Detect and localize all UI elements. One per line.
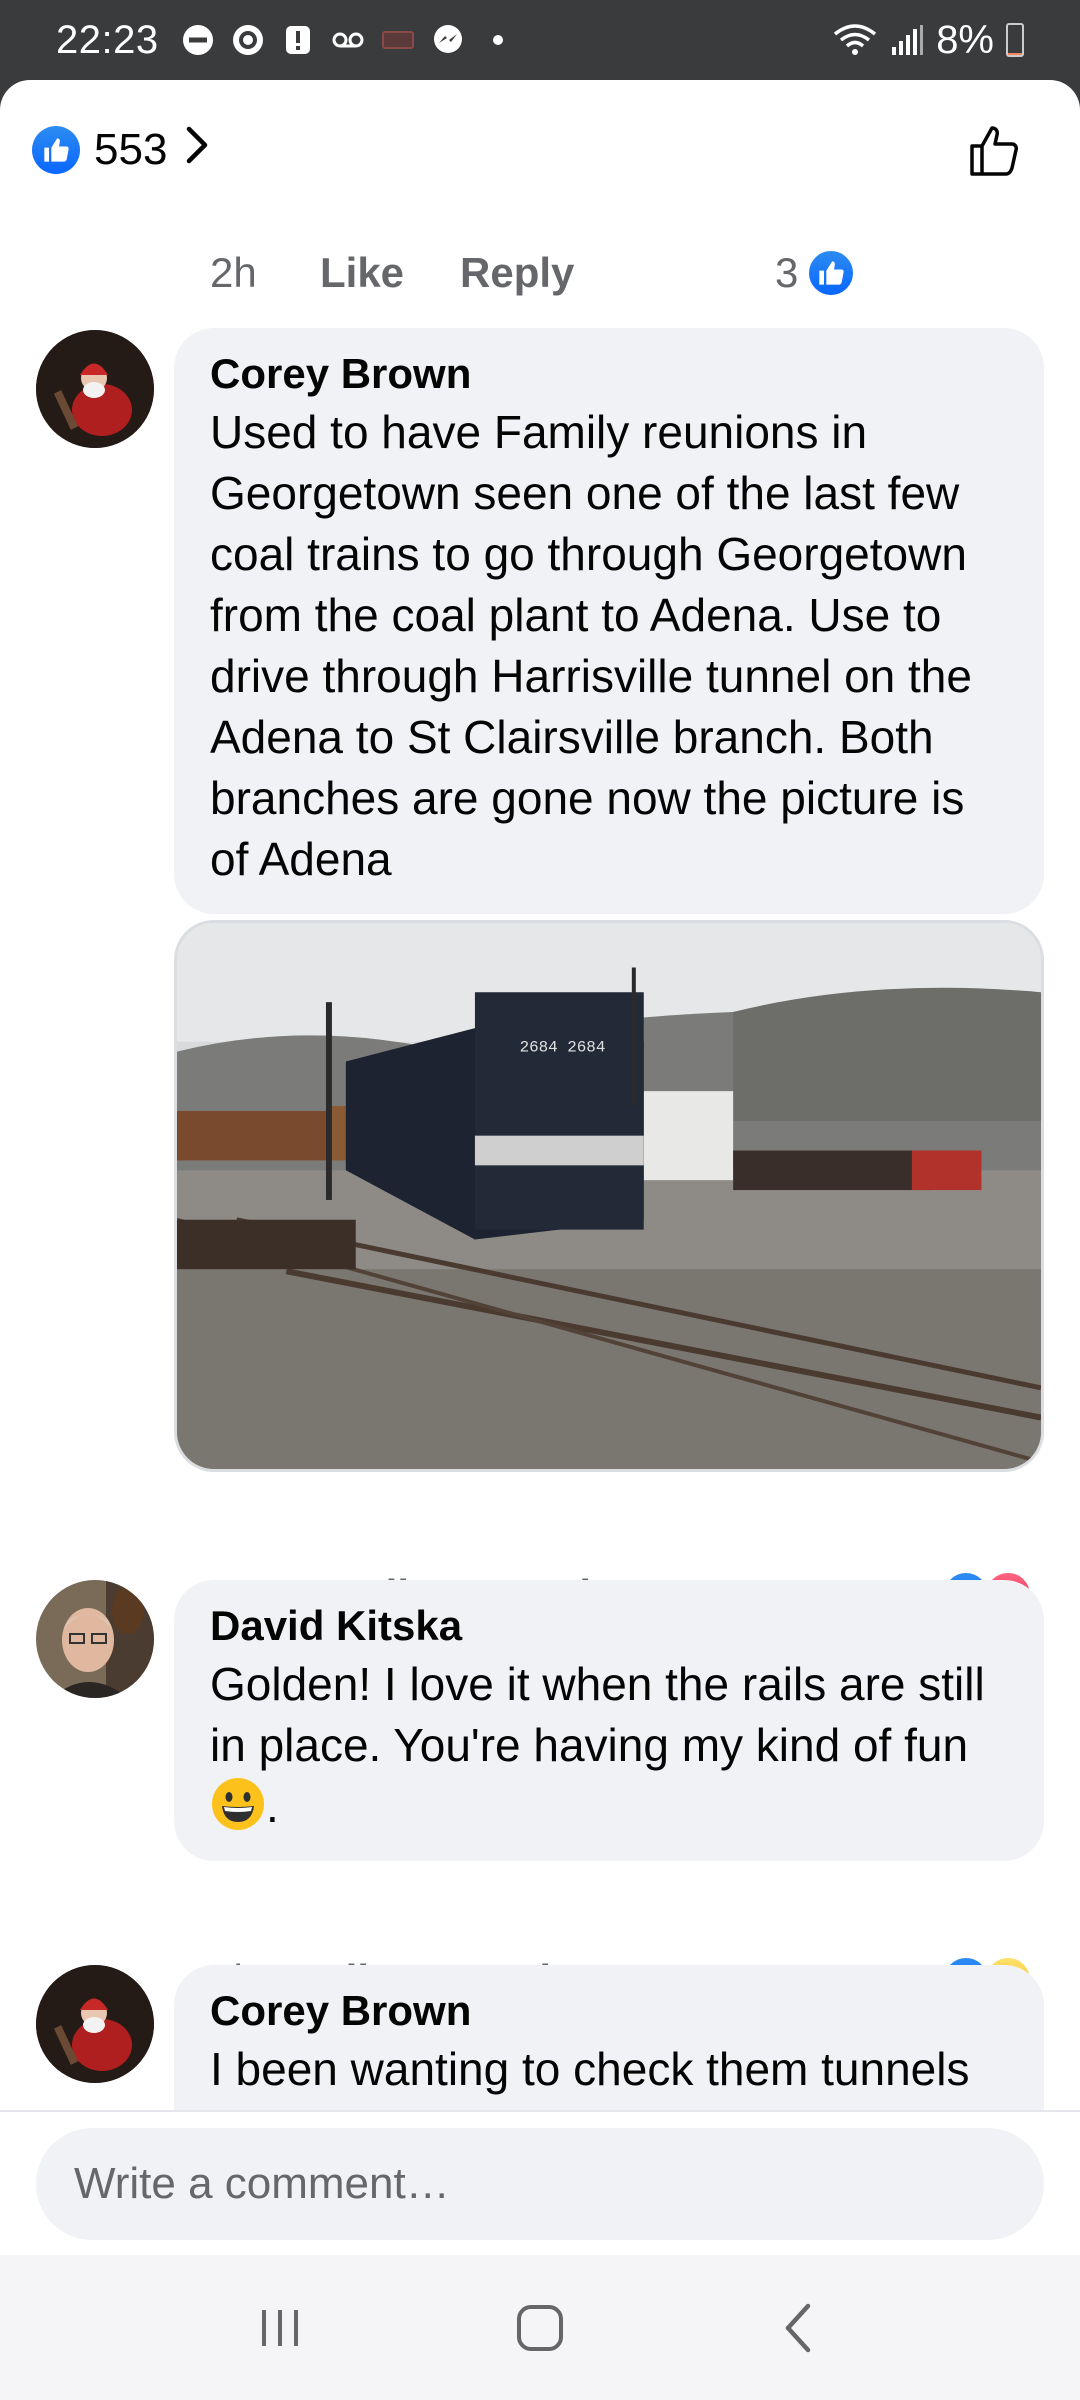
- status-time: 22:23: [56, 17, 159, 62]
- wifi-icon: [832, 23, 878, 57]
- recent-apps-button[interactable]: [235, 2283, 325, 2373]
- grinning-face-icon: [210, 1776, 266, 1832]
- messenger-icon: [431, 23, 465, 57]
- reaction-count: 3: [775, 249, 799, 296]
- avatar[interactable]: [36, 1965, 154, 2083]
- thumbs-up-outline-icon: [970, 126, 1018, 176]
- comment-text: Used to have Family reunions in Georgeto…: [210, 406, 972, 885]
- home-button[interactable]: [495, 2283, 585, 2373]
- battery-icon: [1006, 23, 1024, 57]
- comment-meta-row: 2h Like Reply 3: [210, 238, 1060, 308]
- comment-author[interactable]: Corey Brown: [210, 350, 1008, 398]
- comment-composer: [0, 2110, 1080, 2255]
- card-icon: [381, 23, 415, 57]
- dot-icon: [481, 23, 515, 57]
- battery-percentage: 8%: [936, 17, 994, 62]
- status-bar: 22:23 8%: [0, 0, 1080, 80]
- like-post-button[interactable]: [956, 110, 1036, 190]
- status-right: 8%: [832, 18, 1024, 63]
- comment-reactions[interactable]: 3: [775, 248, 857, 298]
- comment-input[interactable]: [36, 2128, 1044, 2240]
- back-button[interactable]: [755, 2283, 845, 2373]
- reaction-count: 553: [94, 125, 168, 174]
- system-nav-bar: [0, 2255, 1080, 2400]
- comments-sheet: 553 2h Like Reply 3 Corey Brown Used to …: [0, 80, 1080, 2255]
- comment-author[interactable]: David Kitska: [210, 1602, 1008, 1650]
- like-link[interactable]: Like: [320, 249, 404, 297]
- sync-icon: [231, 23, 265, 57]
- reaction-summary[interactable]: 553: [32, 125, 211, 176]
- comment-text: I been wanting to check them tunnels: [210, 2043, 970, 2095]
- like-badge-icon: [32, 126, 80, 174]
- notification-icons: [181, 23, 515, 57]
- recent-apps-icon: [262, 2309, 298, 2346]
- chevron-right-icon: [181, 125, 211, 176]
- alert-icon: [281, 23, 315, 57]
- reply-link[interactable]: Reply: [460, 249, 574, 297]
- avatar[interactable]: [36, 330, 154, 448]
- comment-time: 2h: [210, 249, 257, 296]
- comment-text: Golden! I love it when the rails are sti…: [210, 1654, 1008, 1837]
- back-icon: [785, 2303, 811, 2352]
- comment-author[interactable]: Corey Brown: [210, 1987, 1008, 2035]
- avatar[interactable]: [36, 1580, 154, 1698]
- comment-photo[interactable]: 2684 2684: [174, 920, 1044, 1472]
- home-icon: [517, 2304, 563, 2351]
- thumbs-up-icon: [806, 248, 857, 298]
- signal-icon: [890, 23, 924, 57]
- comment-text-main: Golden! I love it when the rails are sti…: [210, 1658, 985, 1771]
- comment-text-end: .: [266, 1780, 279, 1832]
- comment-bubble: Corey Brown Used to have Family reunions…: [174, 328, 1044, 914]
- locomotive-number: 2684 2684: [520, 1039, 606, 1057]
- voicemail-icon: [331, 23, 365, 57]
- sheet-header: 553: [0, 80, 1080, 220]
- comment-bubble: David Kitska Golden! I love it when the …: [174, 1580, 1044, 1861]
- do-not-disturb-icon: [181, 23, 215, 57]
